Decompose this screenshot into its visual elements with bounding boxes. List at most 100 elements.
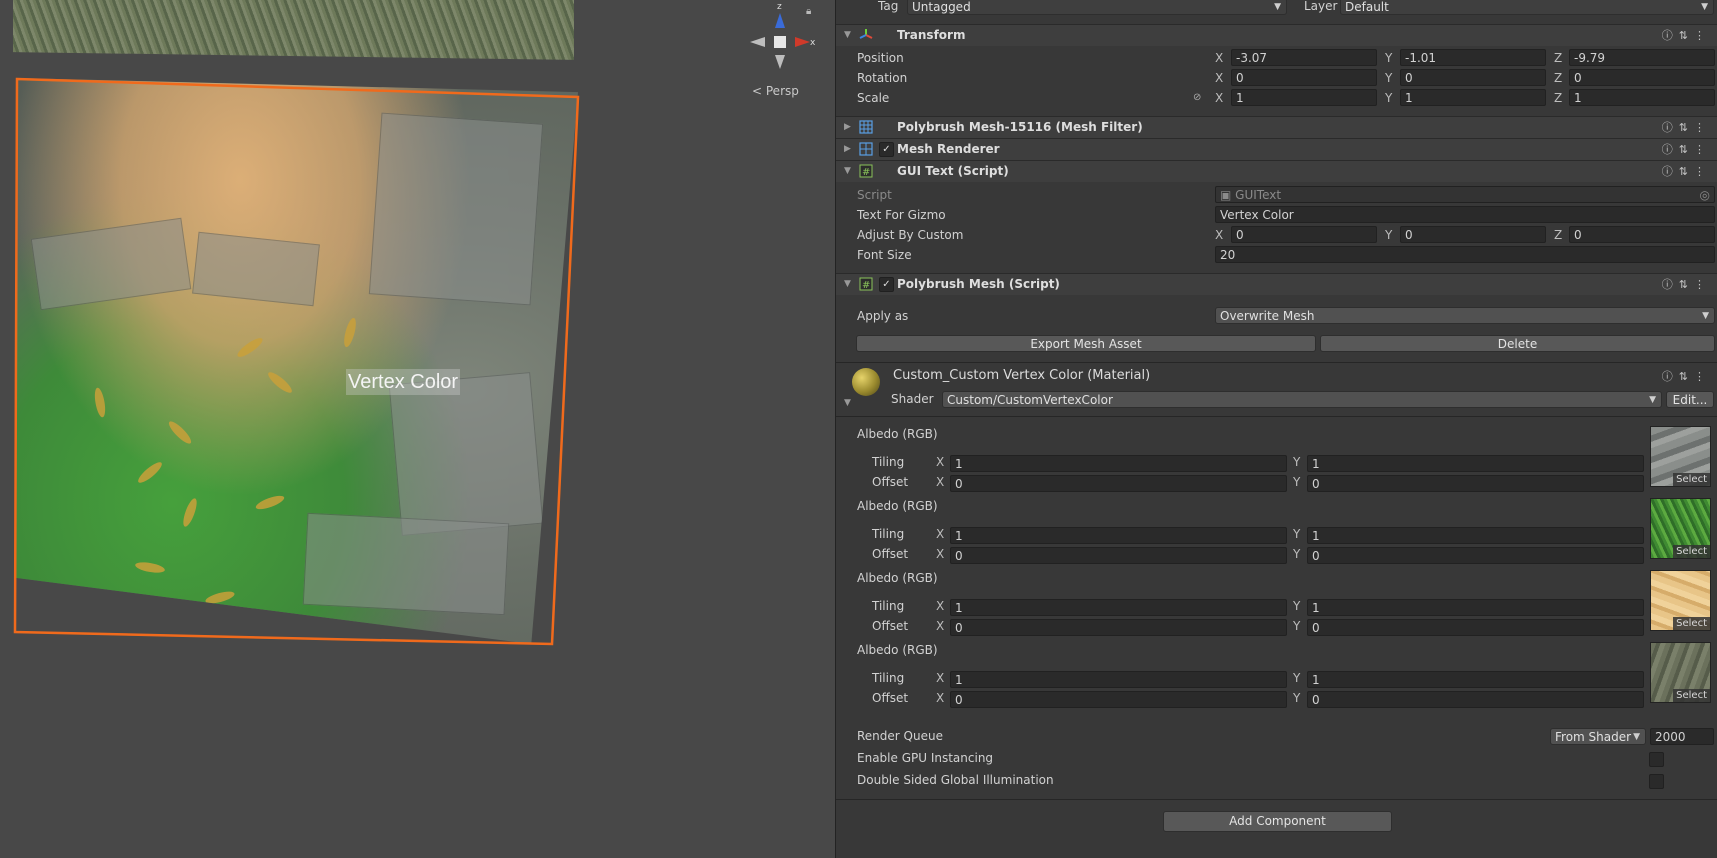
chevron-down-icon: ▼ xyxy=(1702,311,1709,321)
rotation-z-field[interactable]: 0 xyxy=(1569,69,1715,86)
foldout-collapsed-icon[interactable]: ▶ xyxy=(844,139,851,160)
svg-text:#: # xyxy=(862,280,870,291)
select-texture-button[interactable]: Select xyxy=(1673,545,1710,558)
rock-texture-thumbnail[interactable]: Select xyxy=(1650,426,1711,487)
layer-dropdown[interactable]: Default ▼ xyxy=(1340,0,1714,15)
polybrush-mesh-header[interactable]: ▼ # ✓ Polybrush Mesh (Script) ⓘ⇅⋮ xyxy=(836,273,1717,295)
foldout-expanded-icon[interactable]: ▼ xyxy=(844,398,851,408)
z-axis-label: z xyxy=(777,2,782,12)
grass-texture-thumbnail[interactable]: Select xyxy=(1650,498,1711,559)
component-menu-icons[interactable]: ⓘ⇅⋮ xyxy=(1662,161,1711,182)
moss-rock-texture-thumbnail[interactable]: Select xyxy=(1650,642,1711,703)
adjust-z-field[interactable]: 0 xyxy=(1569,226,1715,243)
mesh-renderer-header[interactable]: ▶ ✓ Mesh Renderer ⓘ⇅⋮ xyxy=(836,138,1717,160)
offset-x-field[interactable]: 0 xyxy=(950,619,1287,636)
scale-z-field[interactable]: 1 xyxy=(1569,89,1715,106)
adjust-y-field[interactable]: 0 xyxy=(1400,226,1546,243)
chevron-down-icon: ▼ xyxy=(1701,2,1708,12)
gui-text-header[interactable]: ▼ # GUI Text (Script) ⓘ⇅⋮ xyxy=(836,160,1717,182)
albedo-label: Albedo (RGB) xyxy=(857,571,938,585)
text-for-gizmo-field[interactable]: Vertex Color xyxy=(1215,206,1715,223)
position-x-field[interactable]: -3.07 xyxy=(1231,49,1377,66)
gpu-instancing-label: Enable GPU Instancing xyxy=(857,751,994,765)
polybrush-title: Polybrush Mesh (Script) xyxy=(897,277,1060,291)
mesh-renderer-enabled-checkbox[interactable]: ✓ xyxy=(879,142,894,157)
mesh-filter-title: Polybrush Mesh-15116 (Mesh Filter) xyxy=(897,120,1143,134)
tiling-y-field[interactable]: 1 xyxy=(1307,455,1644,472)
component-menu-icons[interactable]: ⓘ⇅⋮ xyxy=(1662,117,1711,138)
offset-y-field[interactable]: 0 xyxy=(1307,691,1644,708)
rotation-y-field[interactable]: 0 xyxy=(1400,69,1546,86)
foldout-expanded-icon[interactable]: ▼ xyxy=(844,161,851,182)
offset-label: Offset xyxy=(872,547,909,561)
sand-texture-thumbnail[interactable]: Select xyxy=(1650,570,1711,631)
apply-as-dropdown[interactable]: Overwrite Mesh ▼ xyxy=(1215,307,1715,324)
axis-y-label: Y xyxy=(1293,475,1301,489)
foldout-expanded-icon[interactable]: ▼ xyxy=(844,274,851,295)
polybrush-enabled-checkbox[interactable]: ✓ xyxy=(879,277,894,292)
edit-shader-button[interactable]: Edit... xyxy=(1666,391,1714,408)
double-sided-gi-checkbox[interactable] xyxy=(1649,774,1664,789)
component-menu-icons[interactable]: ⓘ⇅⋮ xyxy=(1662,139,1711,160)
offset-y-field[interactable]: 0 xyxy=(1307,619,1644,636)
shader-dropdown[interactable]: Custom/CustomVertexColor ▼ xyxy=(942,391,1662,408)
tag-dropdown[interactable]: Untagged ▼ xyxy=(907,0,1287,15)
offset-y-field[interactable]: 0 xyxy=(1307,547,1644,564)
foldout-expanded-icon[interactable]: ▼ xyxy=(844,25,851,46)
axis-x-label: X xyxy=(1215,71,1224,85)
lock-icon[interactable]: 🔒︎ xyxy=(806,6,811,17)
gui-text-title: GUI Text (Script) xyxy=(897,164,1009,178)
add-component-button[interactable]: Add Component xyxy=(1163,811,1392,832)
albedo-label: Albedo (RGB) xyxy=(857,643,938,657)
font-size-field[interactable]: 20 xyxy=(1215,246,1715,263)
adjust-x-field[interactable]: 0 xyxy=(1231,226,1377,243)
select-texture-button[interactable]: Select xyxy=(1673,617,1710,630)
mesh-filter-header[interactable]: ▶ Polybrush Mesh-15116 (Mesh Filter) ⓘ⇅⋮ xyxy=(836,116,1717,138)
tiling-y-field[interactable]: 1 xyxy=(1307,527,1644,544)
delete-button[interactable]: Delete xyxy=(1320,335,1715,352)
export-mesh-asset-button[interactable]: Export Mesh Asset xyxy=(856,335,1316,352)
scale-x-field[interactable]: 1 xyxy=(1231,89,1377,106)
transform-icon xyxy=(859,29,873,39)
offset-x-field[interactable]: 0 xyxy=(950,691,1287,708)
scene-view[interactable]: Vertex Color z x 🔒︎ < Persp xyxy=(0,0,835,858)
render-queue-label: Render Queue xyxy=(857,729,943,743)
select-texture-button[interactable]: Select xyxy=(1673,689,1710,702)
position-y-field[interactable]: -1.01 xyxy=(1400,49,1546,66)
rotation-x-field[interactable]: 0 xyxy=(1231,69,1377,86)
tiling-label: Tiling xyxy=(872,671,905,685)
render-queue-mode-dropdown[interactable]: From Shader ▼ xyxy=(1550,728,1646,745)
tiling-x-field[interactable]: 1 xyxy=(950,455,1287,472)
axis-x-label: X xyxy=(936,619,945,633)
axis-x-label: X xyxy=(936,599,945,613)
foldout-collapsed-icon[interactable]: ▶ xyxy=(844,117,851,138)
component-menu-icons[interactable]: ⓘ⇅⋮ xyxy=(1662,274,1711,295)
object-picker-icon: ◎ xyxy=(1699,188,1710,202)
tiling-y-field[interactable]: 1 xyxy=(1307,599,1644,616)
axis-x-label: X xyxy=(1215,51,1224,65)
component-menu-icons[interactable]: ⓘ⇅⋮ xyxy=(1662,368,1711,384)
constrain-link-icon[interactable]: ⊘ xyxy=(1193,88,1201,108)
script-icon: # xyxy=(859,277,873,291)
axis-y-label: Y xyxy=(1293,527,1301,541)
tiling-x-field[interactable]: 1 xyxy=(950,527,1287,544)
select-texture-button[interactable]: Select xyxy=(1673,473,1710,486)
axis-z-label: Z xyxy=(1554,228,1563,242)
mesh-renderer-title: Mesh Renderer xyxy=(897,142,1000,156)
tiling-x-field[interactable]: 1 xyxy=(950,599,1287,616)
layer-label: Layer xyxy=(1304,0,1338,13)
position-z-field[interactable]: -9.79 xyxy=(1569,49,1715,66)
offset-x-field[interactable]: 0 xyxy=(950,547,1287,564)
axis-x-label: X xyxy=(1215,91,1224,105)
mesh-renderer-icon xyxy=(859,142,873,156)
scale-y-field[interactable]: 1 xyxy=(1400,89,1546,106)
transform-header[interactable]: ▼ Transform ⓘ⇅⋮ xyxy=(836,24,1717,46)
render-queue-field[interactable]: 2000 xyxy=(1650,728,1714,745)
offset-y-field[interactable]: 0 xyxy=(1307,475,1644,492)
offset-x-field[interactable]: 0 xyxy=(950,475,1287,492)
gpu-instancing-checkbox[interactable] xyxy=(1649,752,1664,767)
projection-toggle[interactable]: < Persp xyxy=(752,84,799,98)
tiling-x-field[interactable]: 1 xyxy=(950,671,1287,688)
component-menu-icons[interactable]: ⓘ⇅⋮ xyxy=(1662,25,1711,46)
tiling-y-field[interactable]: 1 xyxy=(1307,671,1644,688)
